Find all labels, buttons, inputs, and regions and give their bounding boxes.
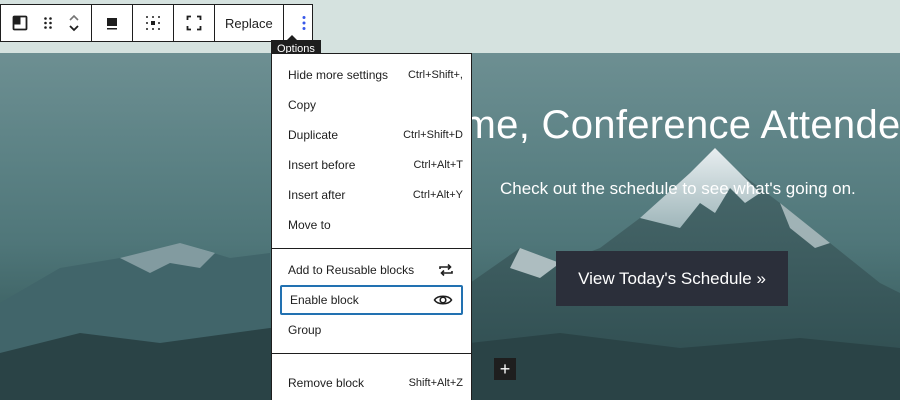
menu-item-insert-before[interactable]: Insert before Ctrl+Alt+T (280, 150, 463, 180)
menu-item-label: Copy (288, 98, 317, 112)
replace-group: Replace (215, 5, 284, 41)
view-schedule-button[interactable]: View Today's Schedule » (556, 251, 788, 306)
menu-group-settings: Hide more settings Ctrl+Shift+, Copy Dup… (272, 54, 471, 249)
replace-button[interactable]: Replace (215, 5, 283, 41)
reusable-icon (437, 262, 455, 278)
position-grid-icon (146, 16, 160, 30)
menu-item-group[interactable]: Group (280, 315, 463, 345)
menu-item-enable-block[interactable]: Enable block (280, 285, 463, 315)
block-toolbar: Replace (0, 4, 313, 42)
menu-group-tools: Add to Reusable blocks Enable block Grou… (272, 249, 471, 354)
menu-item-label: Move to (288, 218, 331, 232)
menu-item-label: Enable block (290, 293, 359, 307)
add-block-button[interactable]: + (494, 358, 516, 380)
move-buttons (57, 5, 91, 41)
block-switcher-group (1, 5, 92, 41)
menu-item-label: Add to Reusable blocks (288, 263, 415, 277)
menu-item-label: Remove block (288, 376, 365, 390)
drag-handle[interactable] (39, 5, 57, 41)
menu-item-insert-after[interactable]: Insert after Ctrl+Alt+Y (280, 180, 463, 210)
full-height-button[interactable] (174, 5, 214, 41)
options-menu: Hide more settings Ctrl+Shift+, Copy Dup… (271, 53, 472, 400)
plus-icon: + (499, 359, 511, 379)
menu-item-label: Insert after (288, 188, 346, 202)
menu-item-shortcut: Ctrl+Alt+Y (412, 189, 463, 201)
chevron-up-icon[interactable] (68, 13, 80, 23)
align-button[interactable] (92, 5, 132, 41)
menu-item-add-to-reusable-blocks[interactable]: Add to Reusable blocks (280, 255, 463, 285)
more-vertical-icon (302, 16, 306, 30)
menu-item-shortcut: Ctrl+Shift+D (403, 129, 463, 141)
menu-item-move-to[interactable]: Move to (280, 210, 463, 240)
hero-title: ome, Conference Attende (440, 103, 900, 147)
menu-item-label: Group (288, 323, 322, 337)
drag-handle-icon (44, 17, 52, 29)
menu-item-remove-block[interactable]: Remove block Shift+Alt+Z (280, 368, 463, 398)
content-position-button[interactable] (133, 5, 173, 41)
block-type-button[interactable] (1, 5, 39, 41)
menu-item-hide-more-settings[interactable]: Hide more settings Ctrl+Shift+, (280, 60, 463, 90)
menu-item-label: Insert before (288, 158, 356, 172)
menu-item-label: Hide more settings (288, 68, 389, 82)
menu-item-label: Duplicate (288, 128, 339, 142)
alignment-group (92, 5, 133, 41)
menu-item-copy[interactable]: Copy (280, 90, 463, 120)
fullscreen-icon (186, 15, 202, 31)
menu-item-shortcut: Ctrl+Alt+T (413, 159, 463, 171)
eye-icon (433, 293, 453, 307)
cover-block-icon (12, 15, 28, 31)
menu-item-shortcut: Ctrl+Shift+, (407, 69, 463, 81)
menu-item-duplicate[interactable]: Duplicate Ctrl+Shift+D (280, 120, 463, 150)
content-position-group (133, 5, 174, 41)
full-height-group (174, 5, 215, 41)
chevron-down-icon[interactable] (68, 23, 80, 33)
align-icon (107, 18, 117, 30)
menu-group-remove: Remove block Shift+Alt+Z (272, 354, 471, 400)
hero-subtitle: Check out the schedule to see what's goi… (500, 179, 856, 198)
menu-item-shortcut: Shift+Alt+Z (408, 377, 463, 389)
